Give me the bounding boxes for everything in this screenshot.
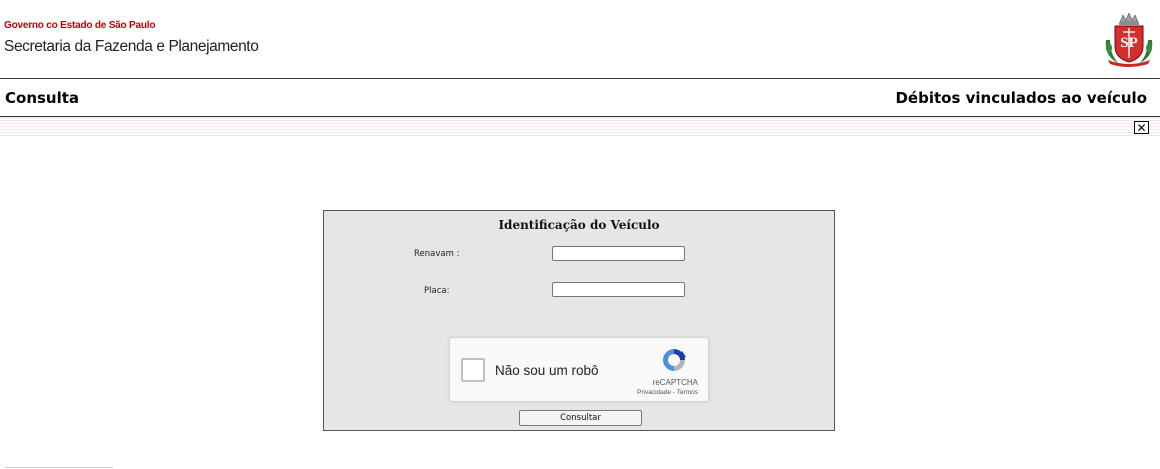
consultar-button[interactable]: Consultar bbox=[519, 410, 642, 426]
terms-link[interactable]: Termos bbox=[677, 389, 698, 396]
recaptcha-label: Não sou um robô bbox=[495, 363, 599, 378]
close-button[interactable]: ✕ bbox=[1134, 121, 1149, 134]
form-title: Identificação do Veículo bbox=[498, 218, 660, 232]
renavam-label: Renavam : bbox=[414, 249, 460, 259]
recaptcha-checkbox[interactable] bbox=[461, 358, 485, 382]
gov-line: Governo co Estado de São Paulo bbox=[4, 20, 156, 31]
placa-input[interactable] bbox=[552, 282, 685, 297]
footer-divider bbox=[5, 467, 113, 468]
recaptcha-links: Privacidade - Termos bbox=[637, 389, 698, 396]
vehicle-form-panel: Identificação do Veículo Renavam : Placa… bbox=[323, 210, 835, 431]
privacy-link[interactable]: Privacidade bbox=[637, 389, 671, 396]
recaptcha-brand: reCAPTCHA bbox=[652, 378, 698, 387]
section-title: Débitos vinculados ao veículo bbox=[895, 89, 1147, 107]
renavam-input[interactable] bbox=[552, 246, 685, 261]
placa-label: Placa: bbox=[424, 286, 450, 296]
striped-band bbox=[0, 117, 1160, 137]
page-title: Consulta bbox=[5, 89, 80, 107]
header-divider bbox=[0, 78, 1160, 79]
secretaria-title: Secretaria da Fazenda e Planejamento bbox=[4, 38, 259, 55]
recaptcha-widget: Não sou um robô reCAPTCHA Privacidade - … bbox=[449, 337, 709, 402]
sao-paulo-coat-of-arms-icon: SP bbox=[1105, 12, 1153, 67]
recaptcha-logo-icon bbox=[663, 349, 686, 371]
close-icon: ✕ bbox=[1136, 120, 1147, 135]
logo-letters: SP bbox=[1120, 35, 1138, 51]
